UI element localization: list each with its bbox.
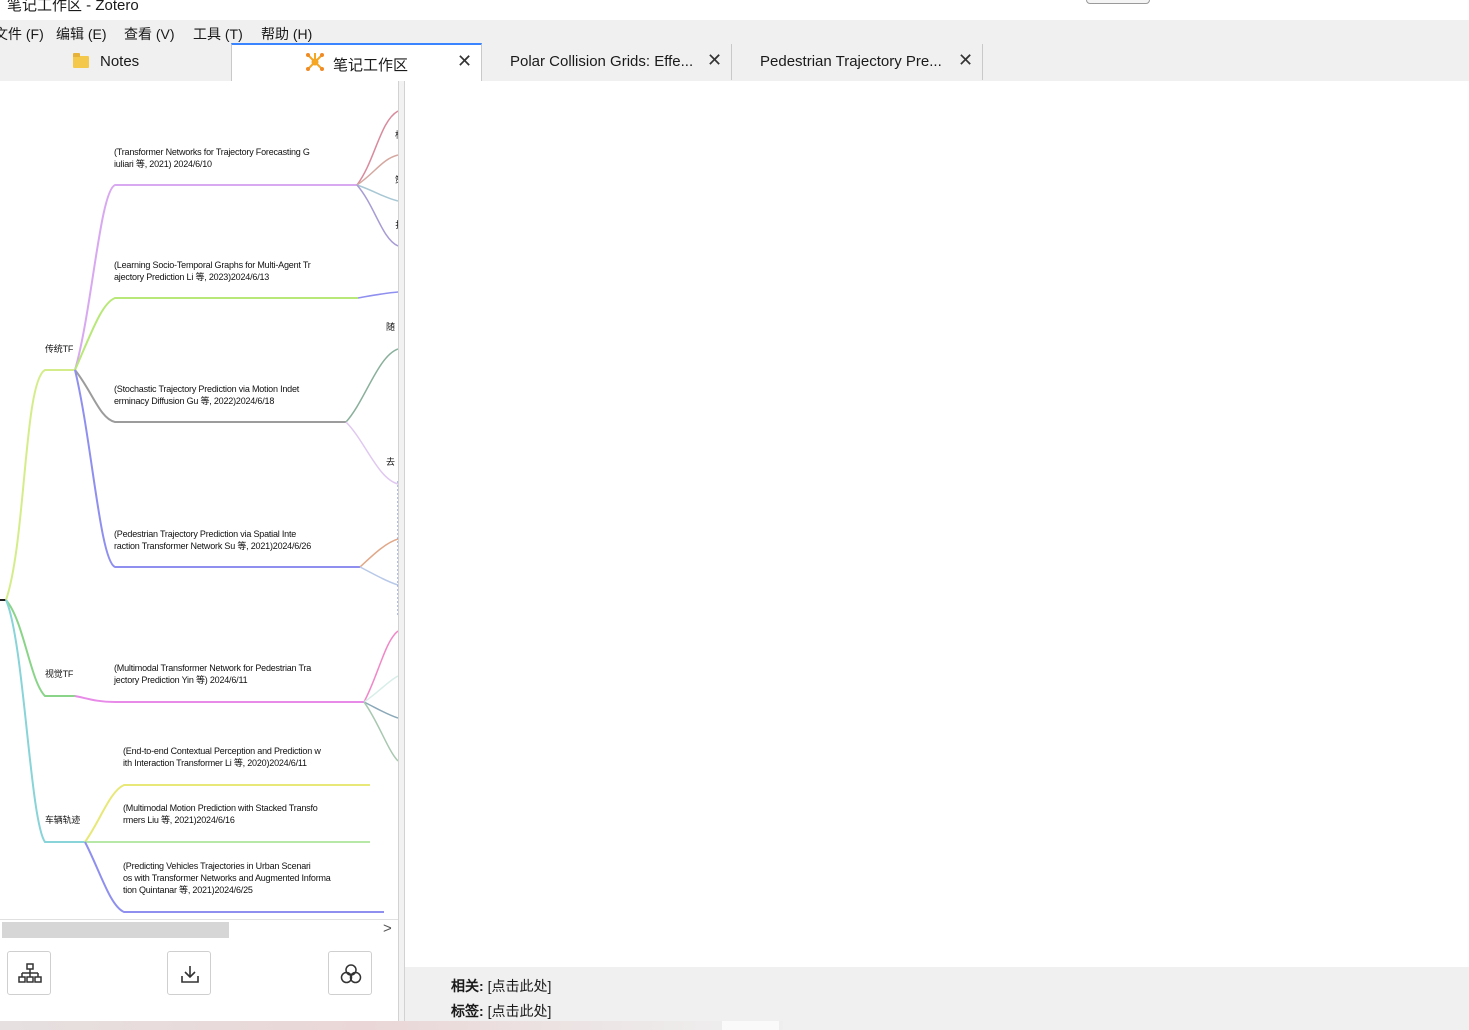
mindmap-node[interactable]: (End-to-end Contextual Perception and Pr…: [123, 745, 321, 769]
scrollbar-thumb[interactable]: [2, 922, 229, 938]
window-title: 笔记工作区 - Zotero: [7, 0, 139, 14]
tab-label: Pedestrian Trajectory Pre...: [760, 53, 942, 70]
menu-edit[interactable]: 编辑 (E): [56, 24, 107, 44]
node-text: jectory Prediction Yin 等) 2024/6/11: [114, 675, 248, 685]
branch-visual[interactable]: 视觉TF: [45, 668, 73, 680]
mindmap-node[interactable]: (Transformer Networks for Trajectory For…: [114, 146, 310, 170]
mindmap-node[interactable]: (Stochastic Trajectory Prediction via Mo…: [114, 383, 299, 407]
tab-note-workspace[interactable]: 笔记工作区 ✕: [231, 43, 482, 81]
menu-view[interactable]: 查看 (V): [124, 24, 175, 44]
node-text: (Transformer Networks for Trajectory For…: [114, 147, 310, 157]
circles-icon: [340, 964, 362, 984]
node-text: (Predicting Vehicles Trajectories in Urb…: [123, 861, 311, 871]
mindmap-node[interactable]: (Pedestrian Trajectory Prediction via Sp…: [114, 528, 311, 552]
tags-row: 标签: [点击此处]: [451, 1001, 551, 1021]
node-text: raction Transformer Network Su 等, 2021)2…: [114, 541, 312, 551]
strip-segment: [722, 1021, 779, 1030]
tags-label: 标签:: [451, 1003, 484, 1019]
window-control[interactable]: [1086, 0, 1150, 4]
pane-splitter[interactable]: [398, 81, 405, 1021]
tags-link[interactable]: [点击此处]: [488, 1003, 552, 1019]
scroll-right-arrow[interactable]: >: [383, 920, 392, 937]
mindmap-node[interactable]: (Learning Socio-Temporal Graphs for Mult…: [114, 259, 311, 283]
branch-vehicle[interactable]: 车辆轨迹: [45, 814, 80, 826]
layout-icon: [18, 963, 42, 983]
menu-file[interactable]: 文件 (F): [0, 24, 44, 44]
menu-bar: 文件 (F) 编辑 (E) 查看 (V) 工具 (T) 帮助 (H): [0, 20, 1469, 44]
clipped-node-label[interactable]: 去: [386, 456, 395, 468]
close-icon[interactable]: ✕: [457, 52, 472, 70]
note-footer: 相关: [点击此处] 标签: [点击此处]: [405, 967, 1469, 1021]
status-strip: [0, 1021, 1469, 1030]
node-text: ith Interaction Transformer Li 等, 2020)2…: [123, 758, 307, 768]
horizontal-scrollbar[interactable]: >: [0, 919, 398, 939]
node-text: iuliari 等, 2021) 2024/6/10: [114, 159, 212, 169]
mindmap-node[interactable]: (Multimodal Transformer Network for Pede…: [114, 662, 311, 686]
download-icon: [181, 966, 199, 983]
tab-bar: Notes 笔记工作区 ✕ Polar Collision Grids: Eff…: [0, 43, 1469, 82]
mindmap-node[interactable]: (Predicting Vehicles Trajectories in Urb…: [123, 860, 331, 896]
node-text: (Learning Socio-Temporal Graphs for Mult…: [114, 260, 311, 270]
mindmap-node[interactable]: (Multimodal Motion Prediction with Stack…: [123, 802, 318, 826]
node-text: (Stochastic Trajectory Prediction via Mo…: [114, 384, 300, 394]
node-text: (Multimodal Motion Prediction with Stack…: [123, 803, 318, 813]
tab-label: 笔记工作区: [333, 57, 409, 74]
node-text: (Pedestrian Trajectory Prediction via Sp…: [114, 529, 297, 539]
node-text: (End-to-end Contextual Perception and Pr…: [123, 746, 321, 756]
theme-button[interactable]: [328, 951, 372, 995]
tab-label: Polar Collision Grids: Effe...: [510, 53, 694, 70]
related-label: 相关:: [451, 978, 484, 994]
related-link[interactable]: [点击此处]: [488, 978, 552, 994]
clipped-node-label[interactable]: 随: [386, 321, 395, 333]
tab-label: Notes: [100, 53, 140, 70]
strip-segment: [783, 1021, 1469, 1030]
node-text: os with Transformer Networks and Augment…: [123, 873, 331, 883]
tab-polar-collision[interactable]: Polar Collision Grids: Effe... ✕: [482, 44, 732, 80]
close-icon[interactable]: ✕: [958, 51, 973, 69]
node-text: rmers Liu 等, 2021)2024/6/16: [123, 815, 235, 825]
tab-notes[interactable]: Notes: [0, 44, 232, 80]
mindmap-canvas[interactable]: [0, 81, 398, 920]
close-icon[interactable]: ✕: [707, 51, 722, 69]
node-text: ajectory Prediction Li 等, 2023)2024/6/13: [114, 272, 270, 282]
download-button[interactable]: [167, 951, 211, 995]
tab-pedestrian-trajectory[interactable]: Pedestrian Trajectory Pre... ✕: [732, 44, 983, 80]
menu-tools[interactable]: 工具 (T): [193, 24, 243, 44]
burst-icon: [306, 53, 324, 71]
menu-help[interactable]: 帮助 (H): [261, 24, 312, 44]
layout-button[interactable]: [7, 951, 51, 995]
node-text: tion Quintanar 等, 2021)2024/6/25: [123, 885, 253, 895]
mindmap-pane[interactable]: 传统TF 视觉TF 车辆轨迹 (Transformer Networks for…: [0, 81, 398, 920]
node-text: (Multimodal Transformer Network for Pede…: [114, 663, 312, 673]
related-row: 相关: [点击此处]: [451, 976, 551, 996]
node-text: erminacy Diffusion Gu 等, 2022)2024/6/18: [114, 396, 275, 406]
title-bar: 笔记工作区 - Zotero: [0, 0, 1469, 20]
note-editor[interactable]: [405, 81, 1469, 967]
branch-traditional[interactable]: 传统TF: [45, 343, 73, 355]
folder-icon: [73, 53, 89, 68]
